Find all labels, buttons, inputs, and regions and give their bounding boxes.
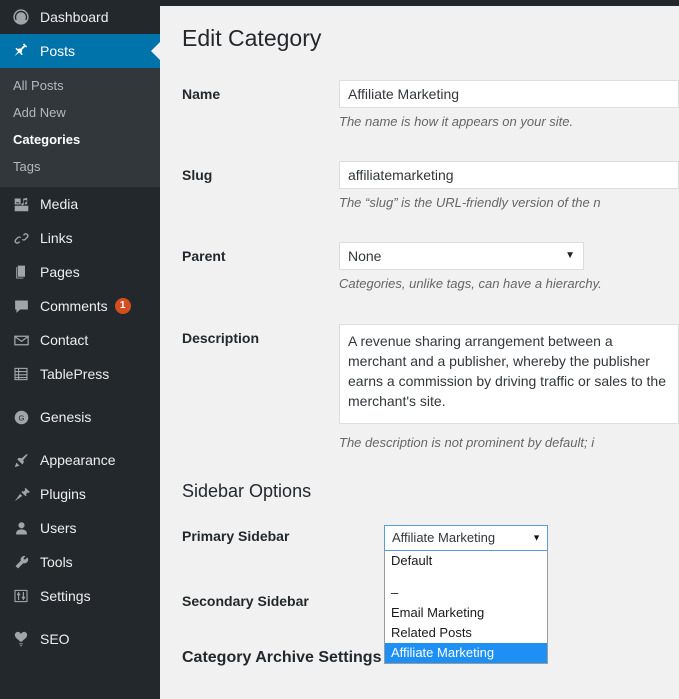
parent-select[interactable]: None ▼ (339, 242, 584, 271)
svg-text:G: G (18, 413, 24, 422)
wrench-icon (11, 552, 31, 572)
parent-label: Parent (182, 248, 226, 265)
primary-sidebar-options-list[interactable]: Default – Email Marketing Related Posts … (384, 550, 548, 664)
sidebar-item-add-new[interactable]: Add New (0, 99, 160, 126)
secondary-sidebar-label: Secondary Sidebar (182, 592, 309, 609)
name-label: Name (182, 86, 221, 102)
active-menu-pointer (151, 42, 160, 60)
name-description: The name is how it appears on your site. (339, 114, 574, 129)
primary-sidebar-select-head[interactable]: Affiliate Marketing ▼ (384, 524, 548, 551)
paintbrush-icon (11, 450, 31, 470)
sidebar-item-label: Links (40, 230, 73, 246)
main-content: Edit Category Name The name is how it ap… (160, 6, 679, 699)
slug-input[interactable] (339, 161, 679, 190)
parent-select-value: None (348, 248, 382, 265)
sidebar-item-label: Plugins (40, 486, 86, 502)
sidebar-item-settings[interactable]: Settings (0, 579, 160, 613)
pages-icon (11, 262, 31, 282)
admin-bar (0, 0, 679, 6)
select-option-selected[interactable]: Affiliate Marketing (385, 642, 547, 663)
page-title: Edit Category (182, 25, 322, 51)
sidebar-item-tools[interactable]: Tools (0, 545, 160, 579)
menu-separator (0, 434, 160, 443)
sidebar-item-all-posts[interactable]: All Posts (0, 72, 160, 99)
table-icon (11, 364, 31, 384)
submenu-item-label: Add New (13, 105, 66, 120)
sidebar-item-posts[interactable]: Posts (0, 34, 160, 68)
sidebar-item-label: Appearance (40, 452, 116, 468)
sidebar-item-label: Tools (40, 554, 73, 570)
menu-separator (0, 391, 160, 400)
slug-label: Slug (182, 167, 213, 184)
sidebar-item-plugins[interactable]: Plugins (0, 477, 160, 511)
sidebar-item-categories[interactable]: Categories (0, 126, 160, 153)
primary-sidebar-select[interactable]: Affiliate Marketing ▼ Default – Email Ma… (384, 524, 548, 664)
menu-separator (0, 613, 160, 622)
comments-count-badge: 1 (114, 298, 131, 314)
select-option[interactable]: Email Marketing (385, 603, 547, 623)
sidebar-item-label: Settings (40, 588, 91, 604)
sidebar-item-label: Dashboard (40, 9, 109, 25)
description-help: The description is not prominent by defa… (339, 434, 595, 450)
submenu-item-label: All Posts (13, 78, 64, 93)
sidebar-item-label: Pages (40, 264, 80, 280)
sidebar-options-form: Primary Sidebar Affiliate Marketing ▼ De… (160, 507, 679, 664)
sidebar-item-label: Users (40, 520, 77, 536)
select-option[interactable]: – (385, 583, 547, 603)
seo-icon (11, 629, 31, 649)
posts-submenu: All Posts Add New Categories Tags (0, 68, 160, 187)
user-icon (11, 518, 31, 538)
dashboard-icon (11, 7, 31, 27)
sidebar-item-contact[interactable]: Contact (0, 323, 160, 357)
sidebar-item-label: Genesis (40, 409, 92, 425)
sidebar-item-links[interactable]: Links (0, 221, 160, 255)
slug-description: The “slug” is the URL-friendly version o… (339, 195, 601, 211)
sidebar-item-label: Comments (40, 298, 108, 314)
sidebar-item-label: TablePress (40, 366, 110, 382)
sidebar-item-seo[interactable]: SEO (0, 622, 160, 656)
sidebar-item-pages[interactable]: Pages (0, 255, 160, 289)
form-row-description: Description A revenue sharing arrangemen… (160, 309, 679, 467)
sidebar-item-users[interactable]: Users (0, 511, 160, 545)
sidebar-item-genesis[interactable]: G Genesis (0, 400, 160, 434)
sidebar-item-label: Contact (40, 332, 89, 348)
pin-icon (11, 41, 31, 61)
genesis-g-icon: G (11, 407, 31, 427)
select-option[interactable]: Related Posts (385, 623, 547, 643)
name-input[interactable] (339, 80, 679, 108)
plug-icon (11, 484, 31, 504)
description-textarea[interactable]: A revenue sharing arrangement between a … (339, 323, 679, 424)
admin-sidebar: Dashboard Posts All Posts Add New Catego… (0, 0, 160, 699)
primary-sidebar-label: Primary Sidebar (182, 527, 290, 544)
parent-description: Categories, unlike tags, can have a hier… (339, 276, 602, 292)
edit-category-form: Name The name is how it appears on your … (160, 65, 679, 467)
sidebar-item-comments[interactable]: Comments 1 (0, 289, 160, 323)
comment-icon (11, 296, 31, 316)
form-row-slug: Slug The “slug” is the URL-friendly vers… (160, 146, 679, 227)
link-icon (11, 228, 31, 248)
sidebar-item-tags[interactable]: Tags (0, 153, 160, 180)
submenu-item-label: Categories (13, 132, 81, 147)
media-icon (11, 194, 31, 214)
description-label: Description (182, 329, 260, 346)
envelope-icon (11, 330, 31, 350)
sidebar-item-appearance[interactable]: Appearance (0, 443, 160, 477)
select-option-spacer (385, 571, 547, 583)
form-row-parent: Parent None ▼ Categories, unlike tags, c… (160, 227, 679, 308)
sidebar-item-label: Media (40, 196, 79, 212)
sidebar-item-tablepress[interactable]: TablePress (0, 357, 160, 391)
submenu-item-label: Tags (13, 159, 41, 174)
form-row-primary-sidebar: Primary Sidebar Affiliate Marketing ▼ De… (160, 507, 679, 664)
sidebar-item-label: Posts (40, 43, 76, 59)
sidebar-item-media[interactable]: Media (0, 187, 160, 221)
sidebar-options-heading: Sidebar Options (182, 480, 312, 501)
sliders-icon (11, 586, 31, 606)
form-row-name: Name The name is how it appears on your … (160, 65, 679, 146)
primary-sidebar-selected-value: Affiliate Marketing (392, 530, 496, 546)
chevron-down-icon: ▼ (565, 250, 575, 262)
chevron-down-icon: ▼ (532, 532, 541, 543)
sidebar-item-label: SEO (40, 631, 70, 647)
select-option[interactable]: Default (385, 551, 547, 571)
